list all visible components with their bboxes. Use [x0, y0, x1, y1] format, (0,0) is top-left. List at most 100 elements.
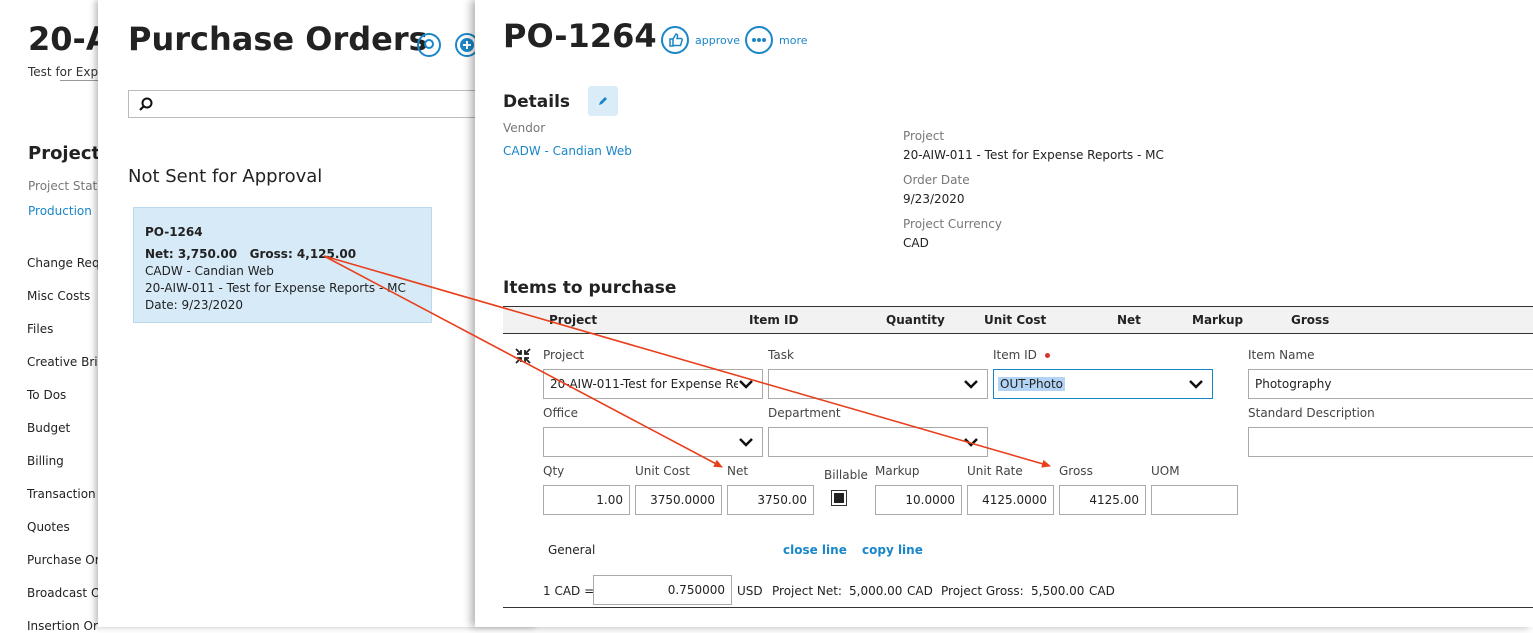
nav-broadcast-orders[interactable]: Broadcast O: [27, 586, 100, 600]
gross-label: Gross: [1059, 464, 1093, 478]
gross-input[interactable]: 4125.00: [1059, 485, 1146, 515]
billable-checkbox[interactable]: [831, 490, 847, 506]
edit-details-button[interactable]: [588, 86, 618, 116]
line-project-value: 20-AIW-011-Test for Expense Rep: [550, 377, 738, 391]
nav-todos[interactable]: To Dos: [27, 388, 66, 402]
markup-value: 10.0000: [905, 493, 955, 507]
project-status-value[interactable]: Production: [28, 204, 92, 218]
task-label: Task: [768, 348, 794, 362]
items-heading: Items to purchase: [503, 278, 677, 298]
nav-budget[interactable]: Budget: [27, 421, 70, 435]
search-icon: [424, 39, 434, 49]
exchange-rate-value: 0.750000: [667, 583, 725, 597]
more-label: more: [779, 33, 808, 47]
col-unit-cost: Unit Cost: [984, 313, 1047, 327]
item-name-label: Item Name: [1248, 348, 1315, 362]
markup-label: Markup: [875, 464, 920, 478]
search-toggle-button[interactable]: [417, 33, 441, 57]
project-net-currency: CAD: [907, 584, 933, 598]
project-value: 20-AIW-011 - Test for Expense Reports - …: [903, 148, 1164, 162]
details-heading: Details: [503, 92, 571, 112]
col-markup: Markup: [1192, 313, 1244, 327]
item-id-value: OUT-Photo: [998, 377, 1066, 391]
rate-currency: USD: [737, 584, 763, 598]
project-gross-value: 5,500.00: [1031, 584, 1085, 598]
col-quantity: Quantity: [886, 313, 945, 327]
department-label: Department: [768, 406, 841, 420]
plus-icon: [460, 38, 474, 52]
office-label: Office: [543, 406, 579, 420]
unit-rate-value: 4125.0000: [982, 493, 1047, 507]
group-title-not-sent: Not Sent for Approval: [128, 166, 323, 187]
item-name-input[interactable]: Photography: [1248, 369, 1533, 399]
pencil-icon: [599, 97, 607, 105]
approve-label: approve: [695, 33, 740, 47]
col-project: Project: [549, 313, 598, 327]
unit-rate-input[interactable]: 4125.0000: [967, 485, 1054, 515]
qty-input[interactable]: 1.00: [543, 485, 630, 515]
project-status-label: Project Statu: [28, 179, 105, 193]
currency-label: Project Currency: [903, 217, 1002, 231]
po-search-input[interactable]: [128, 90, 488, 118]
markup-input[interactable]: 10.0000: [875, 485, 962, 515]
vendor-link[interactable]: CADW - Candian Web: [503, 144, 632, 158]
col-gross: Gross: [1291, 313, 1330, 327]
exchange-rate-input[interactable]: 0.750000: [593, 575, 732, 605]
line-project-select[interactable]: 20-AIW-011-Test for Expense Rep: [543, 369, 763, 399]
po-card[interactable]: PO-1264 Net: 3,750.00 Gross: 4,125.00 CA…: [133, 207, 432, 323]
office-select[interactable]: [543, 427, 763, 457]
item-id-label: Item ID: [993, 348, 1050, 362]
chevron-down-icon: [739, 380, 753, 389]
project-subtitle: Test for Expe: [28, 65, 106, 79]
close-line-link[interactable]: close line: [783, 543, 847, 557]
purchase-orders-title: Purchase Orders: [128, 20, 428, 58]
qty-label: Qty: [543, 464, 565, 478]
uom-label: UOM: [1151, 464, 1180, 478]
rate-prefix: 1 CAD =: [543, 584, 595, 598]
unit-cost-input[interactable]: 3750.0000: [635, 485, 722, 515]
net-label: Net: [727, 464, 749, 478]
required-indicator: [1044, 353, 1050, 358]
line-project-label: Project: [543, 348, 585, 362]
po-card-date: Date: 9/23/2020: [145, 298, 244, 312]
approve-button[interactable]: approve: [661, 26, 740, 54]
nav-purchase-orders[interactable]: Purchase Or: [27, 553, 100, 567]
item-id-select[interactable]: OUT-Photo: [993, 369, 1213, 399]
more-dots-icon: [745, 26, 773, 54]
more-button[interactable]: more: [745, 26, 808, 54]
order-date-label: Order Date: [903, 173, 970, 187]
task-select[interactable]: [768, 369, 988, 399]
collapse-icon[interactable]: [515, 348, 531, 364]
checkbox-check-icon: [834, 493, 844, 503]
uom-input[interactable]: [1151, 485, 1238, 515]
gross-value: 4125.00: [1089, 493, 1139, 507]
billable-label: Billable: [824, 468, 868, 482]
department-select[interactable]: [768, 427, 988, 457]
copy-line-link[interactable]: copy line: [862, 543, 923, 557]
project-gross-currency: CAD: [1089, 584, 1115, 598]
nav-transactions[interactable]: Transaction: [27, 487, 96, 501]
std-desc-input[interactable]: [1248, 427, 1533, 457]
thumbs-up-icon: [661, 26, 689, 54]
chevron-down-icon: [964, 438, 978, 447]
net-input[interactable]: 3750.00: [727, 485, 814, 515]
nav-change-requests[interactable]: Change Requ: [27, 256, 107, 270]
qty-value: 1.00: [596, 493, 623, 507]
nav-insertion-orders[interactable]: Insertion Or: [27, 619, 98, 633]
order-date-value: 9/23/2020: [903, 192, 965, 206]
project-net-label: Project Net:: [772, 584, 842, 598]
bottom-divider: [503, 607, 1533, 608]
nav-files[interactable]: Files: [27, 322, 53, 336]
nav-billing[interactable]: Billing: [27, 454, 64, 468]
po-card-net-gross: Net: 3,750.00 Gross: 4,125.00: [145, 247, 357, 261]
chevron-down-icon: [739, 438, 753, 447]
nav-creative-brief[interactable]: Creative Brie: [27, 355, 105, 369]
item-name-value: Photography: [1255, 377, 1332, 391]
po-card-project: 20-AIW-011 - Test for Expense Reports - …: [145, 281, 406, 295]
project-label: Project: [903, 129, 945, 143]
nav-quotes[interactable]: Quotes: [27, 520, 70, 534]
project-net-value: 5,000.00: [849, 584, 903, 598]
unit-cost-label: Unit Cost: [635, 464, 690, 478]
partial-item: [60, 80, 100, 89]
nav-misc-costs[interactable]: Misc Costs: [27, 289, 90, 303]
